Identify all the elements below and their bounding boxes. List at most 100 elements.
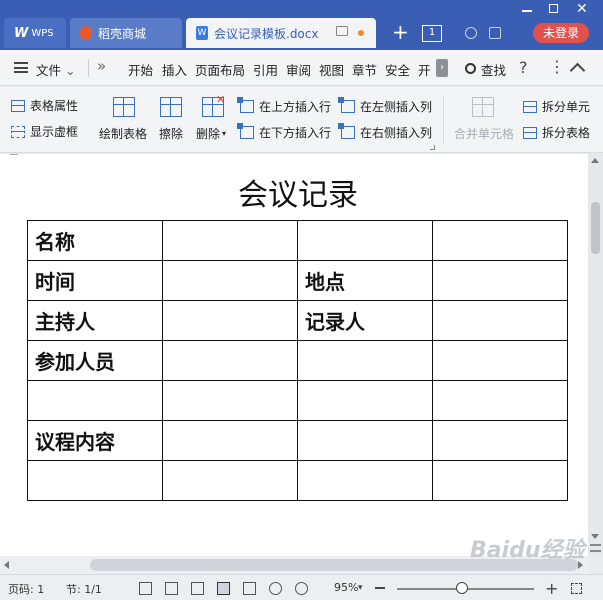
shirt-icon[interactable] (489, 27, 501, 39)
split-view-icon[interactable] (590, 544, 601, 552)
erase-button[interactable]: 擦除 (159, 125, 183, 142)
menu-page-layout[interactable]: 页面布局 (195, 60, 245, 79)
minimize-icon[interactable] (522, 10, 532, 12)
split-table-icon (523, 126, 537, 139)
table-cell[interactable]: 名称 (27, 220, 163, 261)
document-title[interactable]: 会议记录 (0, 170, 588, 214)
collapse-ribbon-icon[interactable] (569, 62, 586, 79)
table-cell[interactable] (432, 420, 568, 461)
delete-button[interactable]: 删除 ▾ (196, 125, 226, 142)
insert-row-above-button[interactable]: 在上方插入行 (237, 97, 331, 115)
menu-review[interactable]: 审阅 (286, 60, 311, 79)
more-tabs-button[interactable]: › (436, 59, 448, 77)
zoom-in-icon[interactable]: + (545, 579, 558, 598)
vertical-scrollbar[interactable] (588, 154, 603, 556)
hamburger-icon[interactable] (14, 62, 28, 73)
split-table-button[interactable]: 拆分表格 (523, 124, 590, 141)
new-tab-button[interactable]: + (392, 22, 409, 42)
menu-security[interactable]: 安全 (385, 60, 410, 79)
table-cell[interactable] (162, 380, 298, 421)
section-number[interactable]: 节: 1/1 (66, 581, 102, 597)
tab-label: WPS (31, 27, 54, 39)
table-cell[interactable] (432, 260, 568, 301)
table-cell[interactable] (432, 340, 568, 381)
table-cell[interactable] (162, 220, 298, 261)
insert-row-below-button[interactable]: 在下方插入行 (237, 123, 331, 141)
skin-icon[interactable] (465, 27, 477, 39)
split-cells-button[interactable]: 拆分单元 (523, 98, 590, 115)
table-cell[interactable] (162, 340, 298, 381)
dialog-launcher-icon[interactable] (430, 145, 435, 150)
close-icon[interactable]: ✕ (576, 1, 588, 17)
insert-col-left-button[interactable]: 在左侧插入列 (338, 97, 432, 115)
table-cell[interactable] (162, 300, 298, 341)
table-cell[interactable]: 记录人 (297, 300, 433, 341)
table-cell[interactable]: 主持人 (27, 300, 163, 341)
tab-count-button[interactable]: 1 (422, 25, 442, 42)
menu-chapter[interactable]: 章节 (352, 60, 377, 79)
table-cell[interactable] (27, 380, 163, 421)
table-cell[interactable]: 时间 (27, 260, 163, 301)
outline-view-icon[interactable] (243, 582, 256, 595)
table-cell[interactable]: 议程内容 (27, 420, 163, 461)
menu-home[interactable]: 开始 (128, 60, 153, 79)
eye-protection-icon[interactable] (295, 582, 308, 595)
table-cell[interactable] (297, 340, 433, 381)
help-icon[interactable]: ? (519, 58, 528, 77)
table-cell[interactable] (162, 460, 298, 501)
scroll-up-arrow-icon[interactable] (591, 158, 599, 163)
menu-dev[interactable]: 开 (418, 60, 431, 79)
zoom-dropdown-icon[interactable]: ▾ (358, 583, 363, 593)
search-icon[interactable] (465, 63, 476, 74)
meeting-record-table[interactable]: 名称 时间 地点主持人 记录人参加人员议程内容 (27, 220, 568, 501)
merge-cells-button[interactable]: 合并单元格 (454, 125, 514, 142)
table-properties-button[interactable]: 表格属性 (11, 97, 78, 114)
fit-page-icon[interactable] (571, 583, 582, 594)
table-cell[interactable] (162, 420, 298, 461)
tab-label: 会议记录模板.docx (214, 26, 319, 41)
scroll-down-arrow-icon[interactable] (591, 534, 599, 539)
read-mode-icon[interactable] (165, 582, 178, 595)
search-label[interactable]: 查找 (481, 60, 506, 79)
table-cell[interactable] (297, 460, 433, 501)
menu-references[interactable]: 引用 (253, 60, 278, 79)
fullscreen-icon[interactable] (139, 582, 152, 595)
table-cell[interactable] (432, 380, 568, 421)
table-cell[interactable] (432, 460, 568, 501)
show-gridlines-button[interactable]: 显示虚框 (11, 123, 78, 140)
table-cell[interactable] (162, 260, 298, 301)
page-number[interactable]: 页码: 1 (8, 581, 44, 597)
table-cell[interactable] (297, 420, 433, 461)
table-cell[interactable]: 参加人员 (27, 340, 163, 381)
monitor-icon[interactable] (336, 26, 348, 36)
zoom-level[interactable]: 95% (334, 581, 358, 594)
pen-icon[interactable] (191, 582, 204, 595)
table-cell[interactable] (27, 460, 163, 501)
table-cell[interactable]: 地点 (297, 260, 433, 301)
tab-document[interactable]: W 会议记录模板.docx (186, 18, 376, 48)
insert-col-right-button[interactable]: 在右侧插入列 (338, 123, 432, 141)
maximize-icon[interactable] (549, 4, 558, 13)
draw-table-icon[interactable] (113, 97, 135, 117)
table-cell[interactable] (432, 300, 568, 341)
menu-insert[interactable]: 插入 (162, 60, 187, 79)
menu-view[interactable]: 视图 (319, 60, 344, 79)
page-view-icon[interactable] (217, 582, 230, 595)
document-canvas[interactable]: 会议记录 名称 时间 地点主持人 记录人参加人员议程内容 (0, 154, 588, 556)
vertical-scroll-thumb[interactable] (591, 202, 600, 254)
tab-wps[interactable]: W WPS (4, 18, 66, 48)
zoom-out-icon[interactable] (375, 587, 385, 589)
zoom-slider-thumb[interactable] (456, 582, 468, 594)
tab-docer-store[interactable]: 稻壳商城 (70, 18, 182, 48)
login-button[interactable]: 未登录 (533, 23, 589, 43)
eraser-icon[interactable] (160, 97, 182, 117)
table-cell[interactable] (297, 220, 433, 261)
web-view-icon[interactable] (269, 582, 282, 595)
file-menu[interactable]: 文件 ⌄ (36, 60, 75, 79)
table-cell[interactable] (297, 380, 433, 421)
double-chevron-icon[interactable]: » (97, 57, 106, 75)
more-icon[interactable]: ⋮ (549, 57, 565, 76)
table-cell[interactable] (432, 220, 568, 261)
scroll-left-arrow-icon[interactable] (4, 561, 9, 569)
draw-table-button[interactable]: 绘制表格 (99, 125, 147, 142)
